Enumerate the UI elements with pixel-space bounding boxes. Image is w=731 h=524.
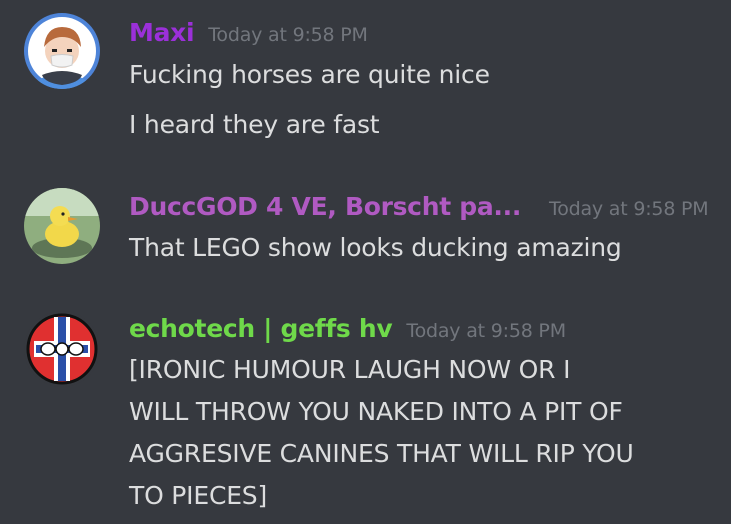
message-text: WILL THROW YOU NAKED INTO A PIT OF xyxy=(129,397,623,426)
message-text: That LEGO show looks ducking amazing xyxy=(129,233,622,262)
avatar[interactable] xyxy=(24,13,100,89)
message-text: AGGRESIVE CANINES THAT WILL RIP YOU xyxy=(129,439,634,468)
message-text: [IRONIC HUMOUR LAUGH NOW OR I xyxy=(129,355,571,384)
message-timestamp: Today at 9:58 PM xyxy=(549,198,709,220)
message-author[interactable]: DuccGOD 4 VE, Borscht pa... xyxy=(129,192,521,221)
message-author[interactable]: echotech | geffs hv xyxy=(129,314,393,343)
message-timestamp: Today at 9:58 PM xyxy=(208,24,368,46)
message-text: I heard they are fast xyxy=(129,110,380,139)
message-timestamp: Today at 9:58 PM xyxy=(406,320,566,342)
duck-avatar-icon xyxy=(24,188,100,264)
message-author[interactable]: Maxi xyxy=(129,18,195,47)
chat-log: Maxi Today at 9:58 PM Fucking horses are … xyxy=(0,0,731,524)
avatar[interactable] xyxy=(24,311,100,387)
avatar[interactable] xyxy=(24,188,100,264)
message-text: TO PIECES] xyxy=(129,481,268,510)
user-avatar-icon xyxy=(24,13,100,89)
countryball-avatar-icon xyxy=(24,311,100,387)
message-text: Fucking horses are quite nice xyxy=(129,60,490,89)
